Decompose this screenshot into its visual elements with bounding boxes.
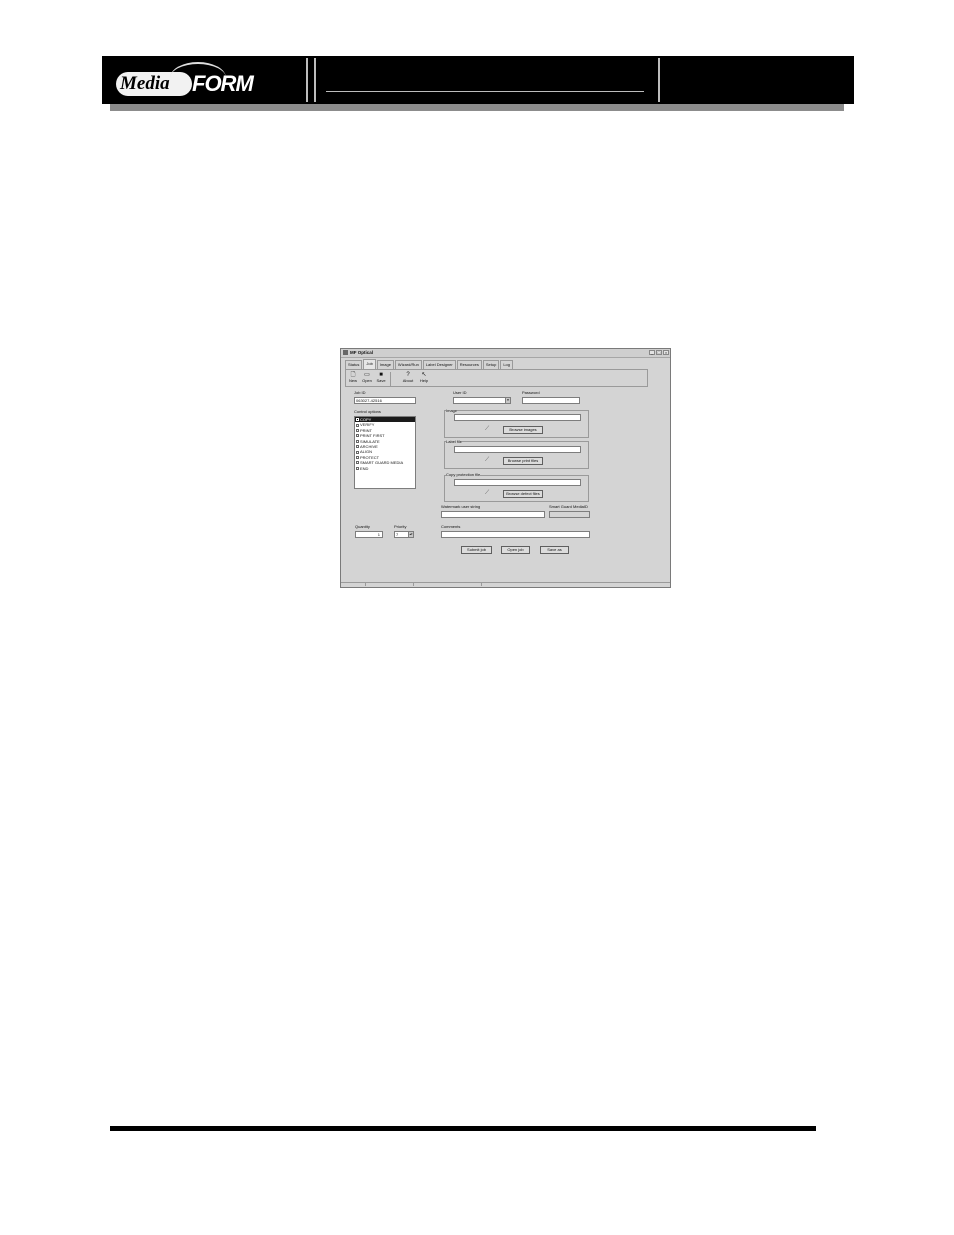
- comments-field[interactable]: [441, 531, 590, 538]
- quantity-label: Quantity: [355, 524, 370, 529]
- checkbox[interactable]: [356, 439, 359, 443]
- header-banner: Media FORM: [102, 56, 854, 104]
- open-job-button[interactable]: Open job: [501, 546, 530, 554]
- tab-log[interactable]: Log: [500, 360, 513, 369]
- spinner-arrows-icon[interactable]: ▴▾: [408, 532, 413, 537]
- password-label: Password: [522, 390, 540, 395]
- browse-print-files-button[interactable]: Browse print files: [503, 457, 543, 465]
- list-item[interactable]: END: [355, 466, 415, 471]
- tab-wizard[interactable]: Wizard/Run: [394, 360, 422, 369]
- copy-protection-field[interactable]: [454, 479, 581, 486]
- quantity-field[interactable]: 1: [355, 531, 383, 538]
- maximize-button[interactable]: □: [656, 350, 662, 355]
- checkbox[interactable]: [356, 455, 359, 459]
- image-field[interactable]: [454, 414, 581, 421]
- label-file-field[interactable]: [454, 446, 581, 453]
- tab-job[interactable]: Job: [363, 359, 376, 369]
- new-label: New: [348, 378, 357, 383]
- printer-wand-icon: ⟋: [485, 457, 490, 463]
- checkbox[interactable]: [356, 445, 359, 449]
- help-label: Help: [419, 378, 429, 383]
- minimize-button[interactable]: _: [649, 350, 655, 355]
- tab-bar: Status Job Image Wizard/Run Label Design…: [345, 359, 514, 369]
- footer-rule: [110, 1126, 816, 1131]
- job-id-field[interactable]: 063027-42516: [354, 397, 416, 404]
- logo-text-media: Media: [120, 73, 170, 94]
- about-button[interactable]: ? About: [402, 372, 414, 386]
- status-bar: [341, 582, 670, 587]
- job-id-label: Job ID: [354, 390, 366, 395]
- tab-image[interactable]: Image: [376, 360, 394, 369]
- app-icon: [343, 350, 348, 355]
- close-button[interactable]: ×: [663, 350, 669, 355]
- checkbox[interactable]: [356, 450, 359, 454]
- watermark-field[interactable]: [441, 511, 545, 518]
- chevron-down-icon[interactable]: ▼: [505, 398, 510, 403]
- toolbar: 🗋 New ▭ Open ■ Save ? About ↖ Help: [345, 369, 648, 387]
- help-button[interactable]: ↖ Help: [418, 372, 430, 386]
- app-window: MF Optical _ □ × Status Job Image Wizard…: [340, 348, 671, 588]
- priority-stepper[interactable]: 7 ▴▾: [394, 531, 414, 538]
- header-rule: [326, 91, 644, 92]
- tab-label-designer[interactable]: Label Designer: [422, 360, 456, 369]
- submit-job-button[interactable]: Submit job: [461, 546, 492, 554]
- header-divider: [306, 58, 308, 102]
- checkbox[interactable]: [356, 423, 359, 427]
- smart-guard-label: Smart Guard MediaID: [549, 504, 588, 509]
- logo-text-form: FORM: [192, 71, 254, 96]
- status-segment: [413, 583, 482, 586]
- checkbox[interactable]: [356, 434, 359, 438]
- image-label: Image: [446, 408, 458, 413]
- checkbox[interactable]: [356, 461, 359, 465]
- user-id-label: User ID: [453, 390, 467, 395]
- status-segment: [341, 583, 366, 586]
- label-file-label: Label file: [446, 439, 463, 444]
- user-id-select[interactable]: ▼: [453, 397, 511, 404]
- checkbox[interactable]: [356, 428, 359, 432]
- tab-status[interactable]: Status: [345, 360, 363, 369]
- header-divider: [658, 58, 660, 102]
- copy-protection-label: Copy protection file: [446, 472, 481, 477]
- password-field[interactable]: [522, 397, 580, 404]
- browse-defect-files-button[interactable]: Browse defect files: [503, 490, 543, 498]
- header-divider: [314, 58, 316, 102]
- watermark-label: Watermark user string: [441, 504, 481, 509]
- priority-value: 7: [396, 532, 399, 537]
- smart-guard-field: [549, 511, 590, 518]
- title-bar: MF Optical _ □ ×: [341, 349, 670, 358]
- control-options-label: Control options: [354, 409, 381, 414]
- option-label: END: [360, 465, 369, 471]
- about-label: About: [402, 378, 414, 383]
- toolbar-separator: [390, 372, 391, 386]
- tab-resources[interactable]: Resources: [456, 360, 482, 369]
- tab-setup[interactable]: Setup: [482, 360, 500, 369]
- new-button[interactable]: 🗋 New: [347, 372, 359, 386]
- browse-images-button[interactable]: Browse images: [503, 426, 543, 434]
- open-button[interactable]: ▭ Open: [361, 372, 373, 386]
- window-title: MF Optical: [350, 350, 374, 355]
- mediaform-logo: Media FORM: [106, 62, 306, 98]
- save-label: Save: [376, 378, 386, 383]
- save-as-button[interactable]: Save as: [540, 546, 569, 554]
- priority-label: Priority: [394, 524, 407, 529]
- checkbox[interactable]: [356, 418, 359, 422]
- status-segment: [365, 583, 414, 586]
- wand-icon: ⟋: [485, 490, 490, 496]
- wand-icon: ⟋: [485, 426, 490, 432]
- comments-label: Comments: [441, 524, 461, 529]
- header-shadow: [110, 104, 844, 111]
- control-options-list[interactable]: COPY VERIFY PRINT PRINT FIRST SIMULATE A…: [354, 416, 416, 489]
- open-label: Open: [362, 378, 372, 383]
- save-button[interactable]: ■ Save: [375, 372, 387, 386]
- checkbox[interactable]: [356, 466, 359, 470]
